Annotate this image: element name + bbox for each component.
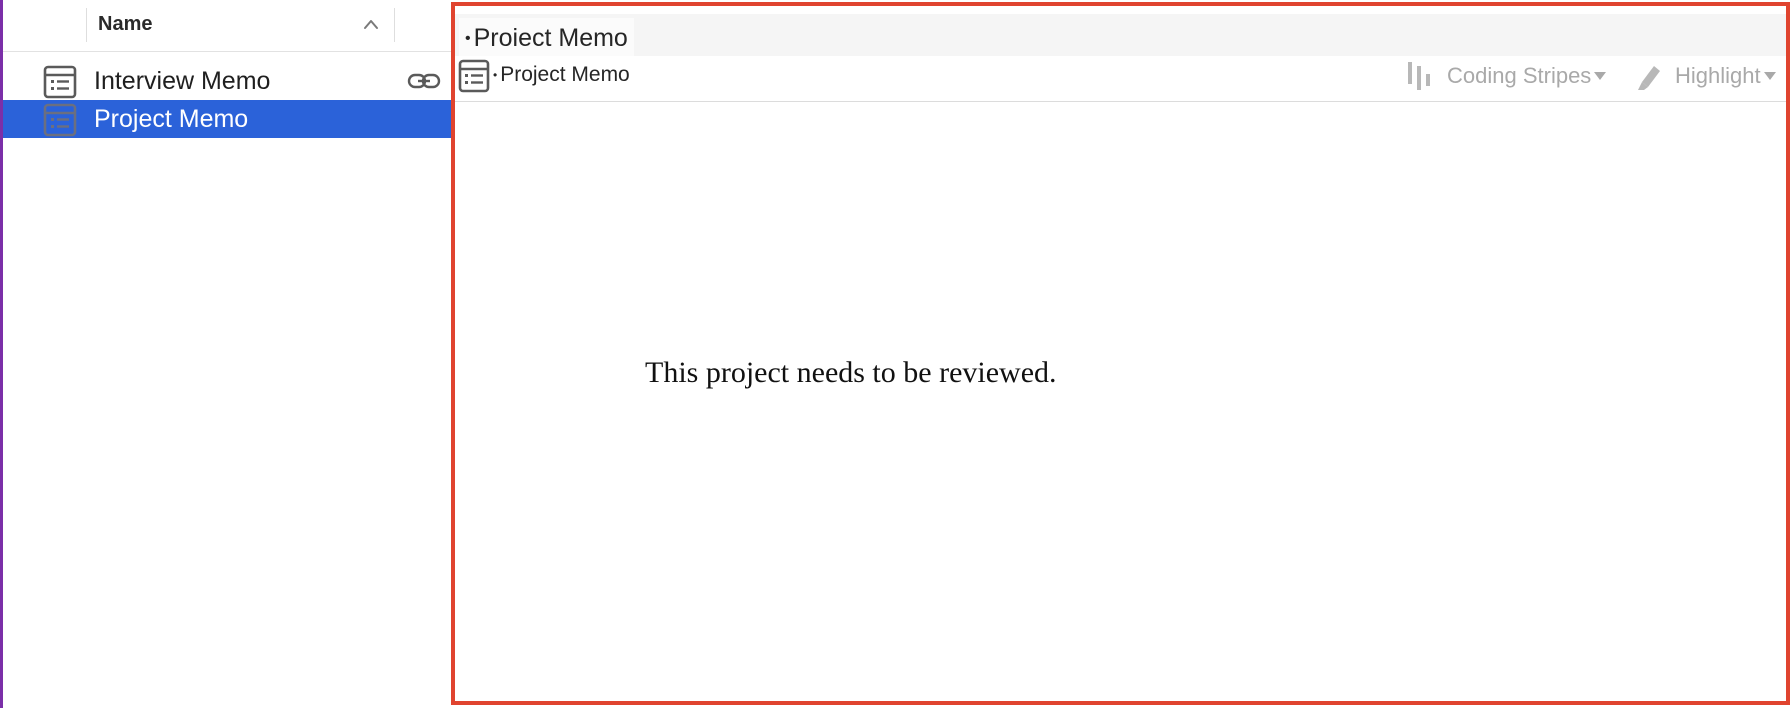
list-item-label: Interview Memo <box>94 67 271 95</box>
document-title-text: Project Memo <box>500 63 630 86</box>
list-header: Name <box>3 0 451 52</box>
memo-document-pane[interactable]: • Proiect Memo • Project Memo Coding Strip… <box>451 2 1790 705</box>
link-icon[interactable] <box>407 72 441 90</box>
highlight-button[interactable]: Highlight <box>1632 60 1776 92</box>
tab-project-memo[interactable]: • Proiect Memo <box>459 18 634 58</box>
highlighter-icon <box>1638 66 1660 90</box>
column-divider[interactable] <box>86 8 87 42</box>
name-column-header[interactable]: Name <box>98 13 152 36</box>
document-toolbar: • Project Memo Coding Stripes Highlight <box>455 56 1786 102</box>
coding-stripes-icon <box>1408 62 1430 90</box>
caret-down-icon <box>1594 72 1607 80</box>
tab-bar <box>455 14 1786 56</box>
coding-stripes-button[interactable]: Coding Stripes <box>1404 60 1607 92</box>
document-title: • Project Memo <box>493 63 630 87</box>
memo-document-icon <box>43 103 77 137</box>
memo-body-text[interactable]: This project needs to be reviewed. <box>645 356 1057 390</box>
highlight-label: Highlight <box>1675 63 1761 88</box>
unsaved-dot-icon: • <box>493 68 498 83</box>
memo-list-pane: Name Interview Memo Project Memo <box>3 0 451 708</box>
column-divider[interactable] <box>394 8 395 42</box>
coding-stripes-label: Coding Stripes <box>1447 63 1592 88</box>
memo-document-icon <box>458 59 490 93</box>
list-item-project-memo[interactable]: Project Memo <box>3 100 451 138</box>
list-item-label: Project Memo <box>94 105 249 133</box>
tab-title: Proiect Memo <box>473 24 628 52</box>
caret-down-icon <box>1763 72 1776 80</box>
app-window: Name Interview Memo Project Memo • Proie… <box>0 0 1792 708</box>
list-item-interview-memo[interactable]: Interview Memo <box>3 62 451 100</box>
unsaved-dot-icon: • <box>465 30 471 48</box>
memo-document-icon <box>43 65 77 99</box>
chevron-up-icon[interactable] <box>362 18 380 30</box>
